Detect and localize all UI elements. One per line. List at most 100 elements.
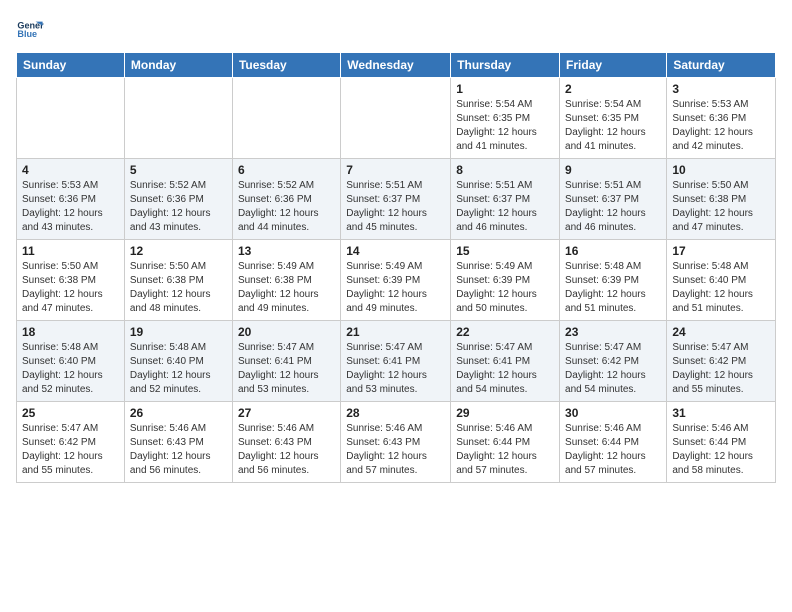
day-number: 24: [672, 325, 770, 339]
calendar-cell: 2Sunrise: 5:54 AM Sunset: 6:35 PM Daylig…: [560, 78, 667, 159]
day-info: Sunrise: 5:51 AM Sunset: 6:37 PM Dayligh…: [456, 179, 554, 235]
day-info: Sunrise: 5:50 AM Sunset: 6:38 PM Dayligh…: [130, 260, 227, 316]
day-number: 8: [456, 163, 554, 177]
calendar-cell: 26 Sunrise: 5:46 AM Sunset: 6:43 PM Dayli…: [124, 402, 232, 483]
calendar-cell: 16 Sunrise: 5:48 AM Sunset: 6:39 PM Dayli…: [560, 240, 667, 321]
day-info: Sunrise: 5:52 AM Sunset: 6:36 PM Dayligh…: [238, 179, 335, 235]
day-number: 4: [22, 163, 119, 177]
calendar-cell: 25 Sunrise: 5:47 AM Sunset: 6:42 PM Dayli…: [17, 402, 125, 483]
day-info: Sunrise: 5:46 AM Sunset: 6:44 PM Dayligh…: [672, 422, 770, 478]
day-info: Sunrise: 5:46 AM Sunset: 6:43 PM Dayligh…: [130, 422, 227, 478]
day-number: 17: [672, 244, 770, 258]
day-number: 30: [565, 406, 661, 420]
calendar-cell: 13 Sunrise: 5:49 AM Sunset: 6:38 PM Dayli…: [232, 240, 340, 321]
calendar-cell: 1Sunrise: 5:54 AM Sunset: 6:35 PM Daylig…: [451, 78, 560, 159]
day-info: Sunrise: 5:52 AM Sunset: 6:36 PM Dayligh…: [130, 179, 227, 235]
calendar-week-row: 4 Sunrise: 5:53 AM Sunset: 6:36 PM Daylig…: [17, 159, 776, 240]
day-info: Sunrise: 5:53 AM Sunset: 6:36 PM Dayligh…: [22, 179, 119, 235]
dow-header: Friday: [560, 53, 667, 78]
day-number: 1: [456, 82, 554, 96]
day-number: 14: [346, 244, 445, 258]
calendar-cell: 22 Sunrise: 5:47 AM Sunset: 6:41 PM Dayli…: [451, 321, 560, 402]
day-info: Sunrise: 5:49 AM Sunset: 6:38 PM Dayligh…: [238, 260, 335, 316]
calendar-cell: 6 Sunrise: 5:52 AM Sunset: 6:36 PM Daylig…: [232, 159, 340, 240]
day-info: Sunrise: 5:51 AM Sunset: 6:37 PM Dayligh…: [565, 179, 661, 235]
logo: General Blue: [16, 16, 44, 44]
day-info: Sunrise: 5:49 AM Sunset: 6:39 PM Dayligh…: [346, 260, 445, 316]
day-number: 28: [346, 406, 445, 420]
calendar-cell: 11Sunrise: 5:50 AM Sunset: 6:38 PM Dayli…: [17, 240, 125, 321]
day-info: Sunrise: 5:46 AM Sunset: 6:44 PM Dayligh…: [565, 422, 661, 478]
calendar-cell: [124, 78, 232, 159]
calendar-cell: [232, 78, 340, 159]
day-number: 31: [672, 406, 770, 420]
calendar-week-row: 11Sunrise: 5:50 AM Sunset: 6:38 PM Dayli…: [17, 240, 776, 321]
day-number: 3: [672, 82, 770, 96]
calendar-cell: 3 Sunrise: 5:53 AM Sunset: 6:36 PM Daylig…: [667, 78, 776, 159]
day-info: Sunrise: 5:48 AM Sunset: 6:40 PM Dayligh…: [672, 260, 770, 316]
day-info: Sunrise: 5:47 AM Sunset: 6:42 PM Dayligh…: [672, 341, 770, 397]
day-number: 18: [22, 325, 119, 339]
day-info: Sunrise: 5:46 AM Sunset: 6:43 PM Dayligh…: [346, 422, 445, 478]
calendar-cell: 31 Sunrise: 5:46 AM Sunset: 6:44 PM Dayli…: [667, 402, 776, 483]
calendar-cell: 10Sunrise: 5:50 AM Sunset: 6:38 PM Dayli…: [667, 159, 776, 240]
day-number: 6: [238, 163, 335, 177]
calendar-cell: 29 Sunrise: 5:46 AM Sunset: 6:44 PM Dayli…: [451, 402, 560, 483]
calendar-cell: 19 Sunrise: 5:48 AM Sunset: 6:40 PM Dayli…: [124, 321, 232, 402]
day-info: Sunrise: 5:48 AM Sunset: 6:39 PM Dayligh…: [565, 260, 661, 316]
day-info: Sunrise: 5:47 AM Sunset: 6:42 PM Dayligh…: [565, 341, 661, 397]
day-number: 27: [238, 406, 335, 420]
calendar-cell: 17 Sunrise: 5:48 AM Sunset: 6:40 PM Dayli…: [667, 240, 776, 321]
day-number: 21: [346, 325, 445, 339]
svg-text:Blue: Blue: [17, 29, 37, 39]
calendar-cell: 21 Sunrise: 5:47 AM Sunset: 6:41 PM Dayli…: [341, 321, 451, 402]
day-number: 26: [130, 406, 227, 420]
day-number: 9: [565, 163, 661, 177]
dow-header: Tuesday: [232, 53, 340, 78]
calendar-cell: 28 Sunrise: 5:46 AM Sunset: 6:43 PM Dayli…: [341, 402, 451, 483]
day-number: 25: [22, 406, 119, 420]
day-info: Sunrise: 5:46 AM Sunset: 6:43 PM Dayligh…: [238, 422, 335, 478]
calendar-cell: 23 Sunrise: 5:47 AM Sunset: 6:42 PM Dayli…: [560, 321, 667, 402]
day-number: 29: [456, 406, 554, 420]
calendar-week-row: 1Sunrise: 5:54 AM Sunset: 6:35 PM Daylig…: [17, 78, 776, 159]
day-number: 5: [130, 163, 227, 177]
day-number: 22: [456, 325, 554, 339]
day-info: Sunrise: 5:48 AM Sunset: 6:40 PM Dayligh…: [130, 341, 227, 397]
dow-header: Sunday: [17, 53, 125, 78]
calendar-cell: 4 Sunrise: 5:53 AM Sunset: 6:36 PM Daylig…: [17, 159, 125, 240]
day-info: Sunrise: 5:47 AM Sunset: 6:41 PM Dayligh…: [346, 341, 445, 397]
day-number: 2: [565, 82, 661, 96]
logo-icon: General Blue: [16, 16, 44, 44]
day-number: 16: [565, 244, 661, 258]
calendar-cell: 8 Sunrise: 5:51 AM Sunset: 6:37 PM Daylig…: [451, 159, 560, 240]
calendar-cell: 7Sunrise: 5:51 AM Sunset: 6:37 PM Daylig…: [341, 159, 451, 240]
calendar-week-row: 18 Sunrise: 5:48 AM Sunset: 6:40 PM Dayli…: [17, 321, 776, 402]
calendar-cell: 14 Sunrise: 5:49 AM Sunset: 6:39 PM Dayli…: [341, 240, 451, 321]
day-info: Sunrise: 5:53 AM Sunset: 6:36 PM Dayligh…: [672, 98, 770, 154]
calendar-cell: 20Sunrise: 5:47 AM Sunset: 6:41 PM Dayli…: [232, 321, 340, 402]
days-of-week-row: SundayMondayTuesdayWednesdayThursdayFrid…: [17, 53, 776, 78]
day-number: 13: [238, 244, 335, 258]
day-info: Sunrise: 5:47 AM Sunset: 6:41 PM Dayligh…: [456, 341, 554, 397]
calendar-cell: [17, 78, 125, 159]
calendar-cell: 12Sunrise: 5:50 AM Sunset: 6:38 PM Dayli…: [124, 240, 232, 321]
dow-header: Monday: [124, 53, 232, 78]
day-number: 10: [672, 163, 770, 177]
calendar-cell: 9 Sunrise: 5:51 AM Sunset: 6:37 PM Daylig…: [560, 159, 667, 240]
dow-header: Wednesday: [341, 53, 451, 78]
day-info: Sunrise: 5:46 AM Sunset: 6:44 PM Dayligh…: [456, 422, 554, 478]
day-number: 19: [130, 325, 227, 339]
calendar-cell: [341, 78, 451, 159]
day-number: 20: [238, 325, 335, 339]
day-number: 15: [456, 244, 554, 258]
calendar-cell: 18Sunrise: 5:48 AM Sunset: 6:40 PM Dayli…: [17, 321, 125, 402]
calendar-cell: 15Sunrise: 5:49 AM Sunset: 6:39 PM Dayli…: [451, 240, 560, 321]
day-info: Sunrise: 5:47 AM Sunset: 6:42 PM Dayligh…: [22, 422, 119, 478]
day-number: 23: [565, 325, 661, 339]
calendar-week-row: 25 Sunrise: 5:47 AM Sunset: 6:42 PM Dayli…: [17, 402, 776, 483]
calendar-table: SundayMondayTuesdayWednesdayThursdayFrid…: [16, 52, 776, 483]
day-info: Sunrise: 5:50 AM Sunset: 6:38 PM Dayligh…: [22, 260, 119, 316]
day-number: 7: [346, 163, 445, 177]
dow-header: Saturday: [667, 53, 776, 78]
